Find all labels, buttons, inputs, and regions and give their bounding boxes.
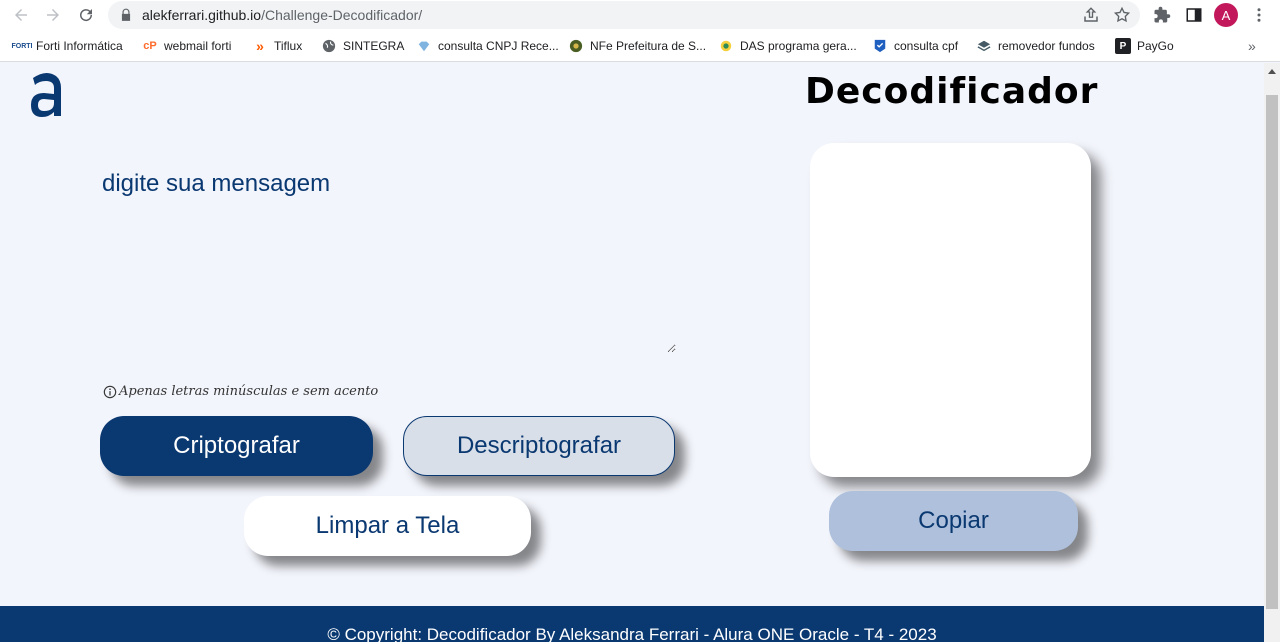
arrow-right-icon [47,9,59,21]
info-icon [103,385,117,398]
encrypt-button[interactable]: Criptografar [100,416,373,476]
message-input[interactable] [100,168,676,353]
shield-icon [872,38,888,54]
scroll-up-arrow-icon[interactable] [1268,69,1276,74]
clear-button[interactable]: Limpar a Tela [244,496,531,556]
copy-button[interactable]: Copiar [829,491,1078,551]
globe-icon [321,38,337,54]
bookmark-label: webmail forti [164,39,232,53]
layers-icon [976,38,992,54]
bookmark-forti[interactable]: FORTI Forti Informática [11,37,123,55]
back-button[interactable] [9,3,33,27]
bookmark-das[interactable]: DAS programa gera... [718,37,857,55]
bookmark-nfe[interactable]: NFe Prefeitura de S... [568,37,706,55]
tiflux-icon: » [256,38,264,54]
bookmark-paygo[interactable]: P PayGo [1115,37,1174,55]
more-bookmarks-button[interactable]: » [1248,38,1256,54]
bookmark-label: DAS programa gera... [740,39,857,53]
bookmark-label: Forti Informática [36,39,123,53]
browser-toolbar: alekferrari.github.io/Challenge-Decodifi… [0,0,1280,30]
decrypt-button[interactable]: Descriptografar [403,416,675,476]
menu-button[interactable] [1248,4,1270,26]
alura-logo-icon [31,72,61,117]
bookmark-cpf[interactable]: consulta cpf [872,37,958,55]
bookmark-label: SINTEGRA [343,39,405,53]
url-host: alekferrari.github.io [142,7,262,23]
address-bar[interactable]: alekferrari.github.io/Challenge-Decodifi… [108,1,1140,29]
copyright-text: © Copyright: Decodificador By Aleksandra… [327,625,937,642]
bookmark-removedor[interactable]: removedor fundos [976,37,1095,55]
bookmark-label: Tiflux [274,39,303,53]
arrow-left-icon [15,9,27,21]
puzzle-icon [1154,6,1171,23]
paygo-icon: P [1115,38,1131,54]
star-icon[interactable] [1113,6,1131,24]
side-panel-button[interactable] [1183,4,1205,26]
url-text: alekferrari.github.io/Challenge-Decodifi… [142,7,422,23]
reload-icon [80,9,93,22]
seal-icon [568,38,584,54]
reload-button[interactable] [74,3,98,27]
bookmark-sintegra[interactable]: SINTEGRA [321,37,404,55]
bookmark-label: consulta CNPJ Rece... [438,39,559,53]
hint-text: Apenas letras minúsculas e sem acento [103,384,378,399]
kebab-menu-icon [1257,8,1261,22]
extensions-button[interactable] [1151,4,1173,26]
bookmark-cnpj[interactable]: consulta CNPJ Rece... [416,37,559,55]
simples-icon [718,38,734,54]
share-icon[interactable] [1082,6,1100,24]
output-textarea[interactable] [810,143,1091,477]
page-viewport: Decodificador Apenas letras minúsculas e… [0,63,1264,642]
bookmark-tiflux[interactable]: » Tiflux [252,37,302,55]
bookmark-label: NFe Prefeitura de S... [590,39,707,53]
side-panel-icon [1186,8,1202,22]
profile-avatar[interactable]: A [1214,3,1238,27]
lock-icon [121,8,131,21]
bookmark-webmail[interactable]: cP webmail forti [142,37,231,55]
footer: © Copyright: Decodificador By Aleksandra… [0,606,1264,642]
bookmark-label: consulta cpf [894,39,959,53]
bookmark-label: PayGo [1137,39,1174,53]
diamond-icon [416,38,432,54]
scrollbar-thumb[interactable] [1266,95,1278,609]
page-title: Decodificador [805,71,1099,112]
bookmark-label: removedor fundos [998,39,1095,53]
forti-icon: FORTI [11,42,33,50]
forward-button[interactable] [41,3,65,27]
vertical-scrollbar[interactable] [1264,63,1280,642]
cpanel-icon: cP [143,40,157,52]
url-path: /Challenge-Decodificador/ [261,7,423,23]
hint-label: Apenas letras minúsculas e sem acento [119,384,379,399]
bookmarks-bar: FORTI Forti Informática cP webmail forti… [0,30,1280,62]
